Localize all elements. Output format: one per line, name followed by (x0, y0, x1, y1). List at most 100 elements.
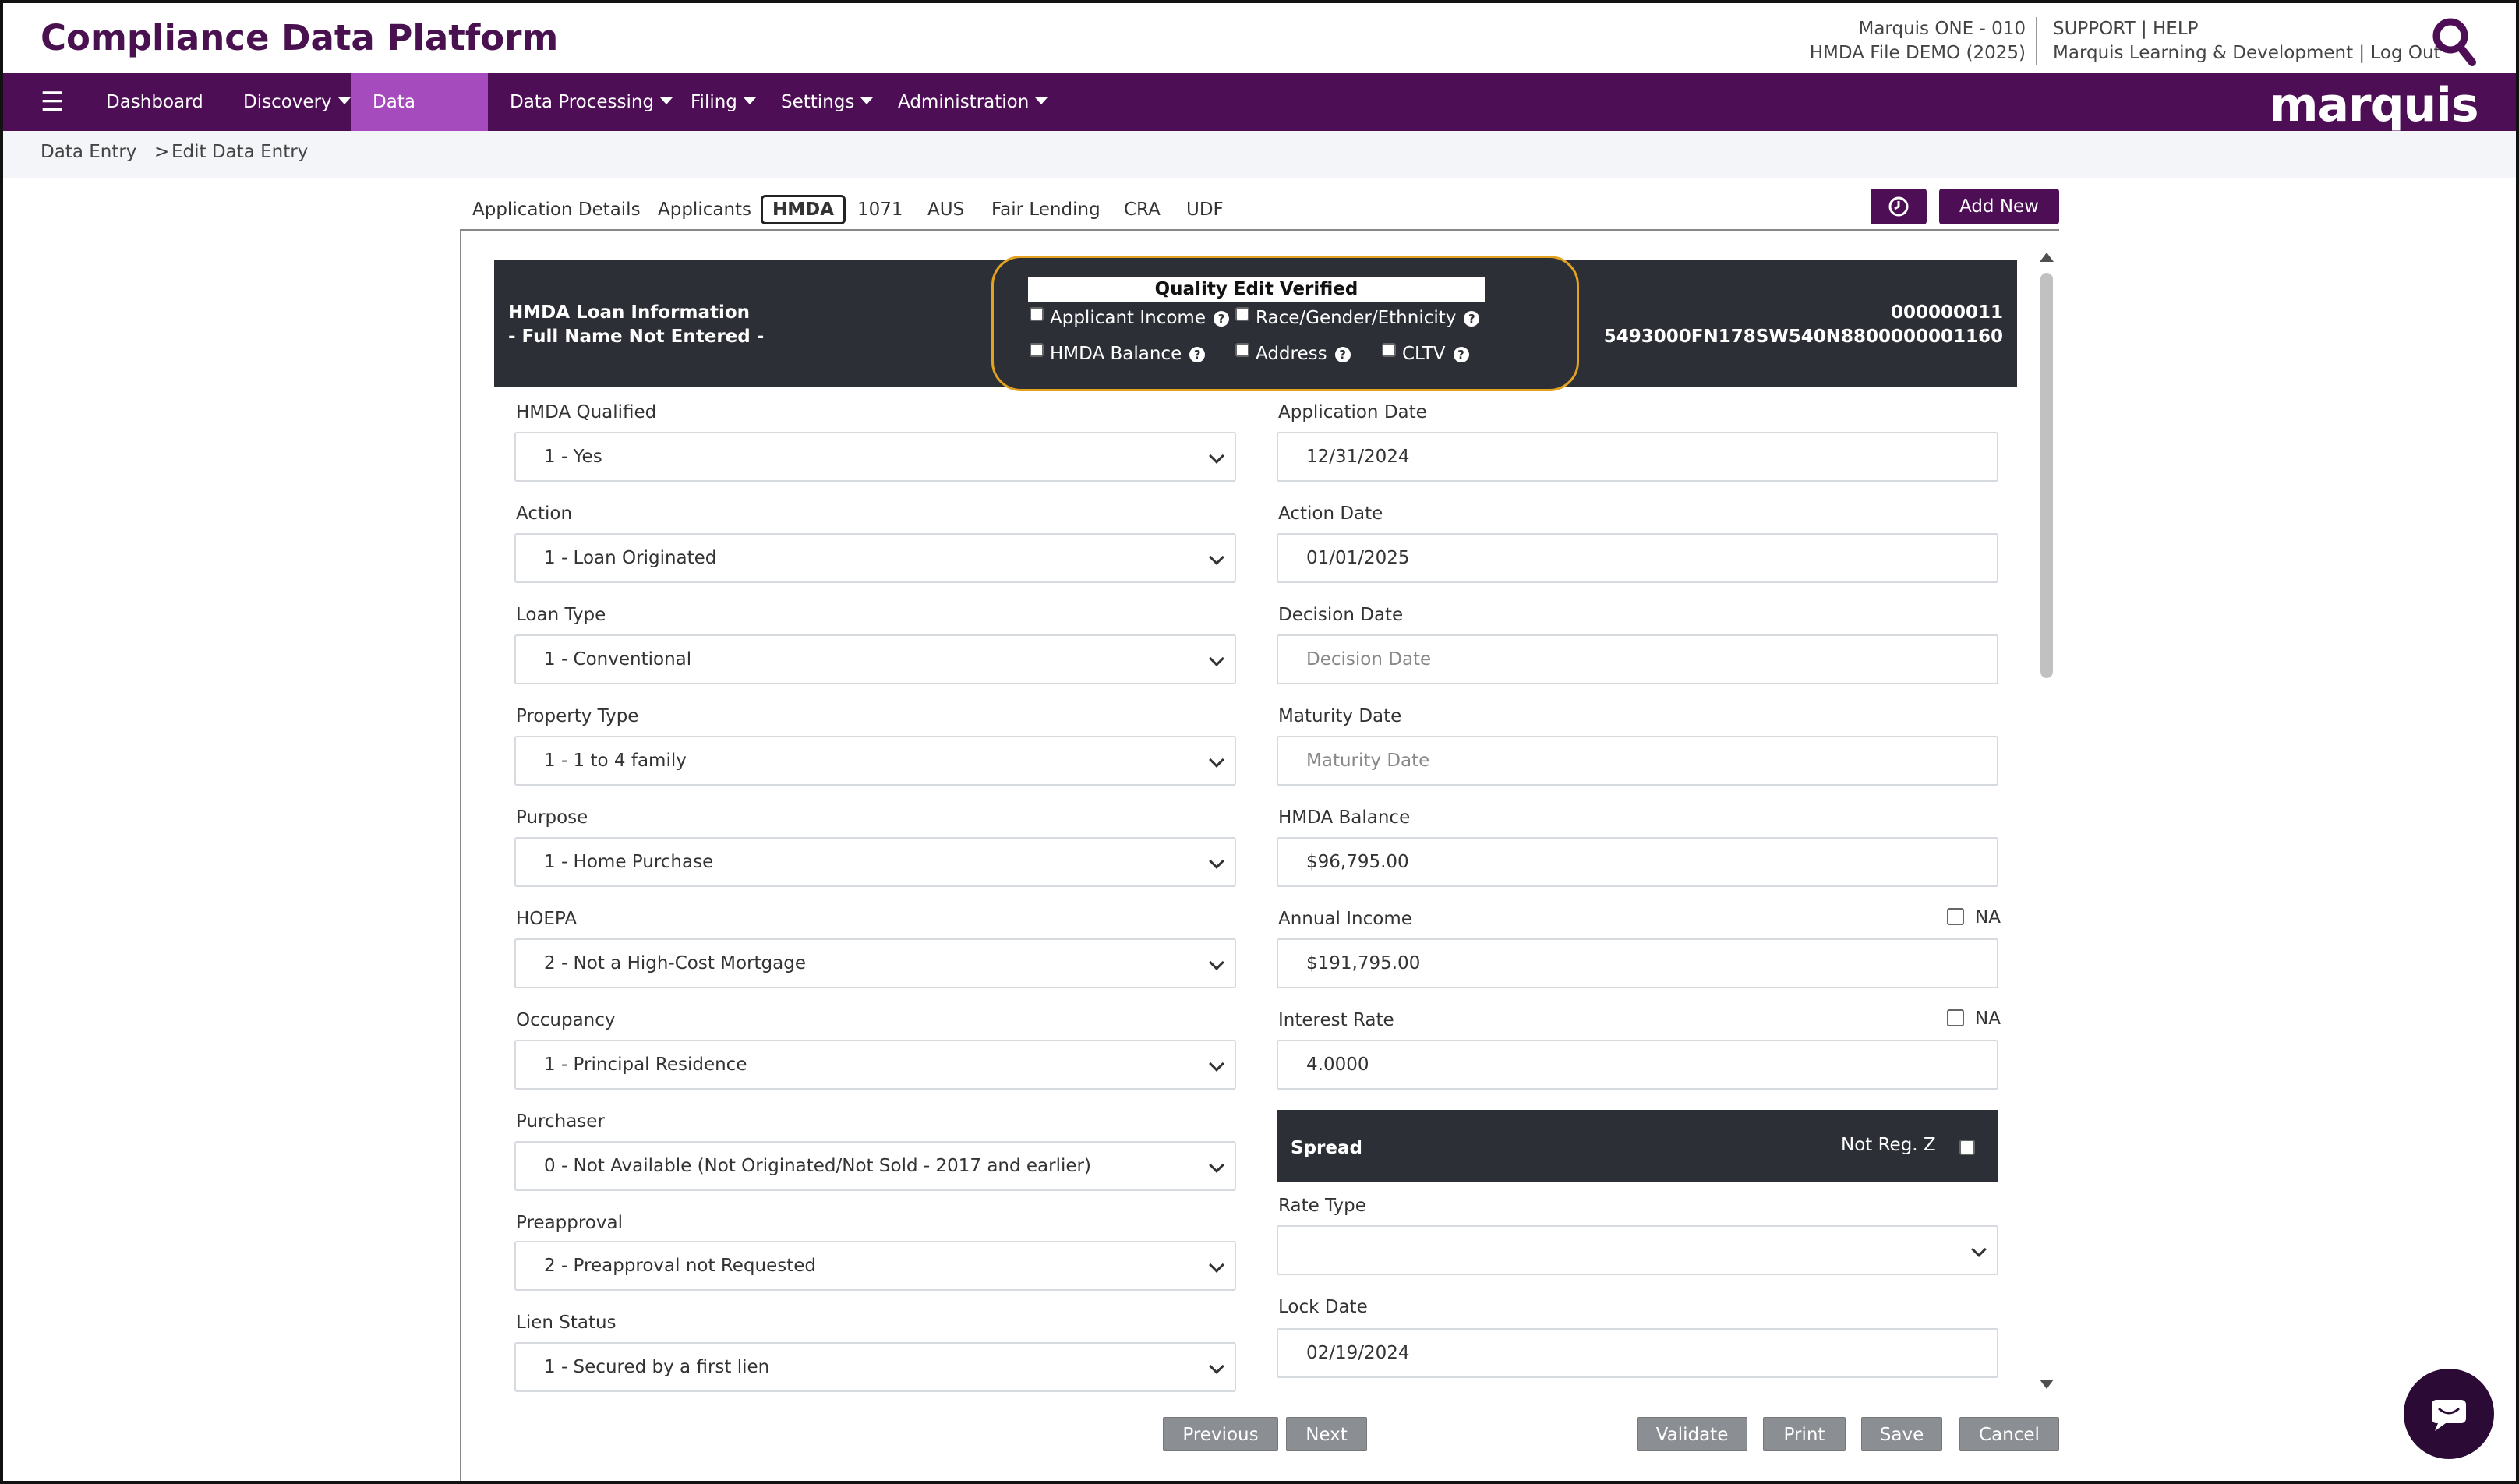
chevron-down-icon (1209, 1257, 1224, 1273)
annual-income-na: NA (1947, 907, 2001, 928)
label-preapproval: Preapproval (516, 1213, 623, 1233)
nav-administration[interactable]: Administration (876, 73, 1069, 131)
select-purchaser[interactable]: 0 - Not Available (Not Originated/Not So… (514, 1141, 1236, 1191)
org-name[interactable]: Marquis ONE - 010 (1810, 17, 2026, 41)
nav-data-processing[interactable]: Data Processing (488, 73, 694, 131)
caret-down-icon (743, 97, 756, 104)
nav-administration-label: Administration (898, 92, 1030, 112)
select-purpose[interactable]: 1 - Home Purchase (514, 837, 1236, 887)
validate-button[interactable]: Validate (1637, 1417, 1747, 1451)
select-hoepa[interactable]: 2 - Not a High-Cost Mortgage (514, 938, 1236, 988)
breadcrumb-root[interactable]: Data Entry (41, 142, 136, 162)
qe-cltv: CLTV? (1382, 342, 1469, 366)
select-lien-status[interactable]: 1 - Secured by a first lien (514, 1342, 1236, 1392)
search-icon[interactable] (2430, 17, 2477, 67)
history-button[interactable] (1871, 189, 1927, 224)
select-purpose-value: 1 - Home Purchase (544, 852, 714, 872)
caret-down-icon (1035, 97, 1048, 104)
interest-rate-input[interactable]: 4.0000 (1277, 1040, 1998, 1090)
select-action[interactable]: 1 - Loan Originated (514, 533, 1236, 583)
chevron-down-icon (1971, 1242, 1987, 1257)
select-loan-type[interactable]: 1 - Conventional (514, 634, 1236, 684)
file-name[interactable]: HMDA File DEMO (2025) (1810, 41, 2026, 65)
not-reg-z-checkbox[interactable] (1959, 1140, 1975, 1155)
lock-date-input[interactable]: 02/19/2024 (1277, 1328, 1998, 1378)
decision-date-input[interactable]: Decision Date (1277, 634, 1998, 684)
select-hmda-qualified[interactable]: 1 - Yes (514, 432, 1236, 482)
next-button[interactable]: Next (1286, 1417, 1367, 1451)
scrollbar-thumb[interactable] (2040, 273, 2053, 678)
label-rate-type: Rate Type (1278, 1196, 1366, 1216)
clock-icon (1888, 196, 1909, 217)
qe-cltv-label: CLTV (1402, 344, 1446, 364)
tab-hmda[interactable]: HMDA (761, 195, 846, 224)
header-links: SUPPORT | HELP Marquis Learning & Develo… (2053, 17, 2441, 65)
nav-data-entry[interactable]: Data Entry (351, 73, 488, 170)
user-logout-links[interactable]: Marquis Learning & Development | Log Out (2053, 41, 2441, 65)
nav-discovery[interactable]: Discovery (221, 73, 373, 131)
qe-address-checkbox[interactable] (1235, 342, 1249, 357)
annual-income-input[interactable]: $191,795.00 (1277, 938, 1998, 988)
hmda-balance-input[interactable]: $96,795.00 (1277, 837, 1998, 887)
loan-title-line1: HMDA Loan Information (508, 302, 751, 323)
annual-income-na-checkbox[interactable] (1947, 907, 1964, 925)
label-purchaser: Purchaser (516, 1111, 605, 1132)
select-preapproval[interactable]: 2 - Preapproval not Requested (514, 1241, 1236, 1291)
loan-uli: 5493000FN178SW540N8800000001160 (1603, 327, 2003, 347)
nav-dashboard[interactable]: Dashboard (84, 73, 225, 131)
maturity-date-input[interactable]: Maturity Date (1277, 736, 1998, 786)
action-date-input[interactable]: 01/01/2025 (1277, 533, 1998, 583)
hamburger-menu-icon[interactable]: ☰ (41, 84, 64, 120)
tab-1071[interactable]: 1071 (857, 195, 903, 224)
interest-rate-na-label: NA (1975, 1009, 2001, 1029)
app-title: Compliance Data Platform (41, 17, 559, 58)
help-icon[interactable]: ? (1464, 310, 1480, 327)
tab-aus[interactable]: AUS (927, 195, 964, 224)
application-date-input[interactable]: 12/31/2024 (1277, 432, 1998, 482)
save-button[interactable]: Save (1861, 1417, 1942, 1451)
qe-cltv-checkbox[interactable] (1382, 342, 1396, 357)
cancel-button[interactable]: Cancel (1959, 1417, 2059, 1451)
print-button[interactable]: Print (1763, 1417, 1846, 1451)
chevron-down-icon (1209, 1359, 1224, 1374)
marquis-logo: marquis (2270, 78, 2479, 132)
tab-application-details[interactable]: Application Details (472, 195, 641, 224)
nav-settings[interactable]: Settings (759, 73, 895, 131)
scroll-down-arrow-icon[interactable] (2040, 1380, 2054, 1389)
nav-dashboard-label: Dashboard (106, 92, 203, 112)
interest-rate-na-checkbox[interactable] (1947, 1009, 1964, 1026)
qe-race-gender-ethnicity-checkbox[interactable] (1235, 306, 1249, 321)
select-action-value: 1 - Loan Originated (544, 548, 717, 568)
chat-bubble-icon[interactable] (2404, 1369, 2494, 1459)
help-icon[interactable]: ? (1189, 346, 1206, 362)
select-rate-type[interactable] (1277, 1225, 1998, 1275)
add-new-button[interactable]: Add New (1939, 189, 2059, 224)
label-loan-type: Loan Type (516, 605, 606, 625)
loan-title-line2: - Full Name Not Entered - (508, 327, 765, 347)
scroll-up-arrow-icon[interactable] (2040, 253, 2054, 262)
support-help-links[interactable]: SUPPORT | HELP (2053, 17, 2441, 41)
previous-button[interactable]: Previous (1163, 1417, 1278, 1451)
select-property-type[interactable]: 1 - 1 to 4 family (514, 736, 1236, 786)
qe-address-label: Address (1256, 344, 1327, 364)
tab-fair-lending[interactable]: Fair Lending (991, 195, 1101, 224)
help-icon[interactable]: ? (1334, 346, 1351, 362)
help-icon[interactable]: ? (1214, 310, 1229, 327)
tab-applicants[interactable]: Applicants (658, 195, 751, 224)
qe-hmda-balance-checkbox[interactable] (1030, 342, 1044, 357)
qe-applicant-income-checkbox[interactable] (1030, 306, 1044, 321)
qe-hmda-balance: HMDA Balance? (1030, 342, 1206, 366)
label-hoepa: HOEPA (516, 909, 578, 929)
select-occupancy[interactable]: 1 - Principal Residence (514, 1040, 1236, 1090)
label-occupancy: Occupancy (516, 1010, 616, 1030)
loan-identifiers: 000000011 5493000FN178SW540N880000000116… (1604, 301, 2003, 349)
quality-edit-title: Quality Edit Verified (1028, 277, 1485, 302)
chevron-down-icon (1209, 853, 1224, 869)
label-annual-income: Annual Income (1278, 909, 1412, 929)
label-lock-date: Lock Date (1278, 1297, 1368, 1317)
tab-cra[interactable]: CRA (1124, 195, 1161, 224)
select-property-type-value: 1 - 1 to 4 family (544, 751, 687, 771)
chevron-down-icon (1209, 1157, 1224, 1173)
help-icon[interactable]: ? (1453, 346, 1469, 362)
tab-udf[interactable]: UDF (1186, 195, 1224, 224)
